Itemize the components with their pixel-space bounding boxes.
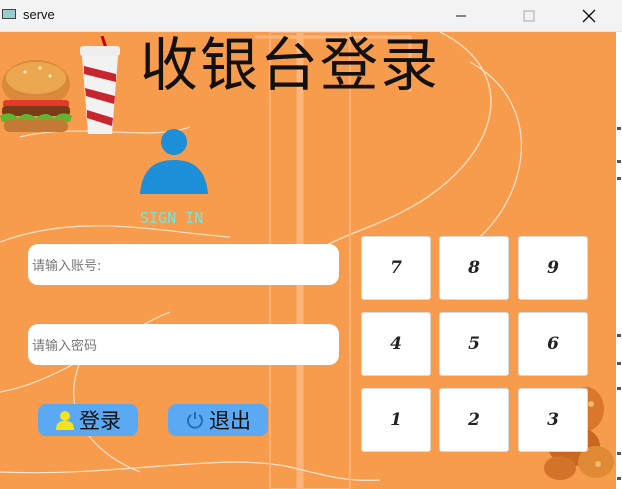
exit-label: 退出 bbox=[209, 409, 251, 433]
password-placeholder: 请输入密码 bbox=[32, 339, 98, 354]
exit-button[interactable]: 退出 bbox=[168, 404, 268, 436]
minimize-button[interactable] bbox=[438, 0, 484, 31]
keypad-key-6[interactable]: 6 bbox=[518, 312, 588, 376]
keypad-key-7[interactable]: 7 bbox=[361, 236, 431, 300]
account-placeholder: 请输入账号: bbox=[32, 259, 102, 274]
keypad-key-3[interactable]: 3 bbox=[518, 388, 588, 452]
login-label: 登录 bbox=[79, 409, 121, 433]
keypad-key-1[interactable]: 1 bbox=[361, 388, 431, 452]
user-avatar-icon bbox=[140, 129, 208, 194]
sign-in-label: SIGN IN bbox=[140, 209, 204, 227]
page-title: 收银台登录 bbox=[140, 32, 441, 99]
minimize-icon bbox=[456, 15, 466, 16]
keypad-key-9[interactable]: 9 bbox=[518, 236, 588, 300]
title-bar: serve bbox=[0, 0, 622, 32]
burger-icon bbox=[0, 60, 72, 132]
power-icon bbox=[187, 412, 203, 429]
keypad-key-4[interactable]: 4 bbox=[361, 312, 431, 376]
password-input[interactable]: 请输入密码 bbox=[28, 324, 339, 365]
drink-cup-icon bbox=[80, 36, 120, 134]
login-button[interactable]: 登录 bbox=[38, 404, 138, 436]
user-icon bbox=[56, 411, 74, 430]
keypad-key-8[interactable]: 8 bbox=[439, 236, 509, 300]
account-input[interactable]: 请输入账号: bbox=[28, 244, 339, 285]
window-title: serve bbox=[23, 7, 55, 22]
close-icon bbox=[582, 9, 596, 22]
keypad-key-5[interactable]: 5 bbox=[439, 312, 509, 376]
maximize-icon bbox=[523, 10, 535, 21]
keypad-key-2[interactable]: 2 bbox=[439, 388, 509, 452]
close-button[interactable] bbox=[566, 0, 612, 31]
right-edge bbox=[616, 32, 622, 489]
login-window: 收银台登录 SIGN IN 请输入账号: 请输入密码 登录 退出 7 8 9 4… bbox=[0, 32, 616, 489]
app-icon bbox=[2, 9, 16, 19]
maximize-button[interactable] bbox=[506, 0, 552, 31]
